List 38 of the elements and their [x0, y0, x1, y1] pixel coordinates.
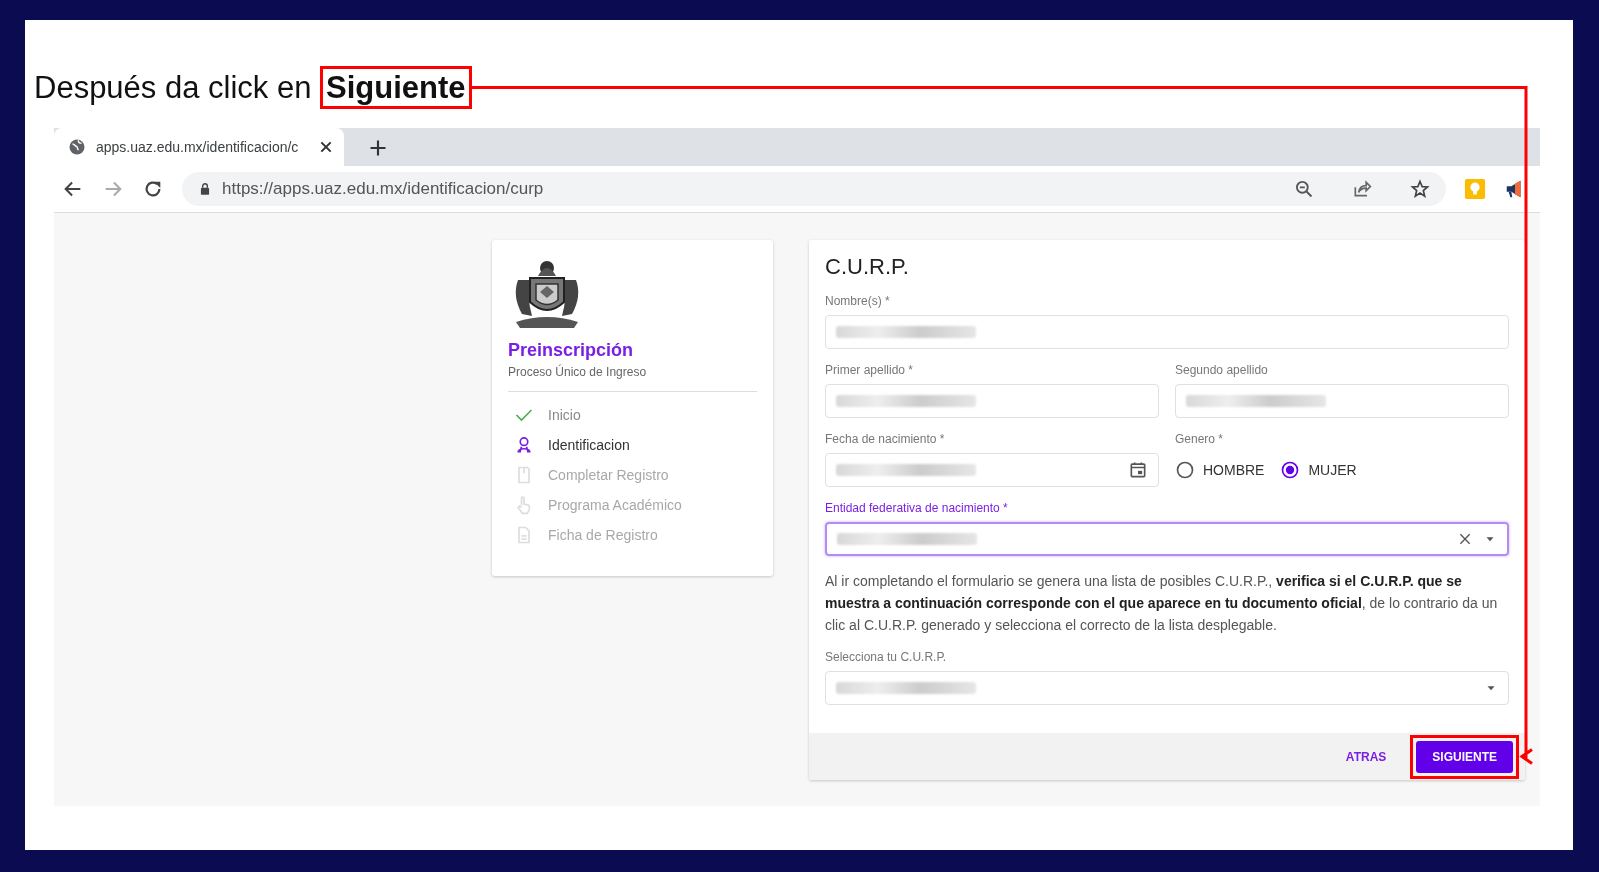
dropdown-field[interactable]: [825, 522, 1509, 556]
lock-icon: [198, 182, 212, 196]
radio-option[interactable]: HOMBRE: [1175, 460, 1265, 480]
field-label: Selecciona tu C.U.R.P.: [825, 650, 948, 664]
input-field[interactable]: [825, 315, 1509, 349]
address-bar[interactable]: https://apps.uaz.edu.mx/identificacion/curp: [182, 172, 1446, 206]
globe-icon: [68, 138, 86, 156]
input-field[interactable]: [1175, 384, 1509, 418]
zoom-out-icon[interactable]: [1294, 179, 1314, 199]
radio-icon[interactable]: [1175, 460, 1195, 480]
field-label: Genero *: [1175, 432, 1225, 446]
app-subtitle: Proceso Único de Ingreso: [508, 365, 648, 379]
person-icon: [514, 434, 534, 455]
field-label: Fecha de nacimiento *: [825, 432, 946, 446]
close-icon[interactable]: [318, 139, 334, 155]
calendar-icon: [1128, 460, 1148, 480]
input-field[interactable]: [825, 384, 1159, 418]
field-label: Nombre(s) *: [825, 294, 891, 308]
field-label: Segundo apellido: [1175, 363, 1269, 377]
tab-title: apps.uaz.edu.mx/identificacion/c: [96, 139, 300, 155]
browser-tab[interactable]: apps.uaz.edu.mx/identificacion/c: [54, 128, 344, 166]
input-field[interactable]: [825, 453, 1159, 487]
plus-icon[interactable]: [368, 138, 388, 158]
form-title: C.U.R.P.: [825, 254, 910, 280]
field-label: Entidad federativa de nacimiento *: [825, 501, 1009, 515]
step-item[interactable]: Identificacion: [514, 434, 757, 455]
url-text: https://apps.uaz.edu.mx/identificacion/curp: [222, 179, 545, 199]
radio-icon[interactable]: [1280, 460, 1301, 480]
share-icon[interactable]: [1352, 179, 1372, 199]
back-button[interactable]: ATRAS: [1337, 743, 1395, 770]
next-button[interactable]: SIGUIENTE: [1416, 740, 1513, 773]
clear-icon[interactable]: [1457, 531, 1473, 547]
field-label: Primer apellido *: [825, 363, 915, 377]
app-title: Preinscripción: [508, 340, 635, 361]
step-item[interactable]: Inicio: [514, 404, 757, 425]
radio-option[interactable]: MUJER: [1280, 460, 1357, 480]
instructions-paragraph: Al ir completando el formulario se genera una lista de posibles C.U.R.P., verifica si el C.U.R.P. que se muestra a continuación corresponde con el que aparece en tu documento oficial, de lo contrario da un clic al C.U.R.P. generado y selecciona el correcto de la lista desplegable.: [825, 572, 1499, 635]
star-icon[interactable]: [1410, 179, 1430, 199]
